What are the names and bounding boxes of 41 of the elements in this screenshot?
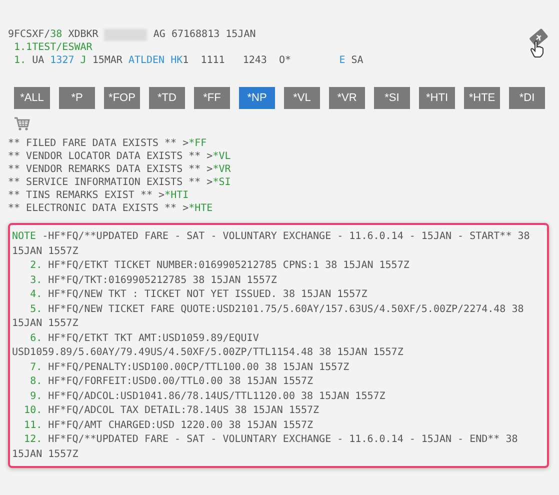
note-line: 11. HF*FQ/AMT CHARGED:USD 1220.00 38 15JAN 1557Z [23, 418, 314, 432]
note-line: 9. HF*FQ/ADCOL:USD1041.86/78.14US/TTL1120.00 38 15JAN 1557Z [29, 390, 386, 404]
terminal-line: 1. UA 1327 J 15MAR ATLDEN HK1 1111 1243 O* E SA [13, 54, 364, 67]
note-line: 3. HF*FQ/TKT:0169905212785 38 15JAN 1557Z [29, 274, 278, 288]
command-button[interactable]: *HTE [464, 87, 500, 109]
note-line: 12. HF*FQ/**UPDATED FARE - SAT - VOLUNTARY EXCHANGE - 11.6.0.14 - 15JAN - END** 38 15JAN 1557Z [12, 433, 519, 462]
command-button[interactable]: *TD [149, 87, 185, 109]
command-button[interactable]: *FF [194, 87, 230, 109]
note-line: NOTE -HF*FQ/**UPDATED FARE - SAT - VOLUNTARY EXCHANGE - 11.6.0.14 - 15JAN - START** 38 15JAN 1557Z [12, 230, 531, 258]
info-text: ** VENDOR LOCATOR DATA EXISTS ** > [8, 151, 213, 162]
note-line: 7. HF*FQ/PENALTY:USD100.00CP/TTL100.00 38 15JAN 1557Z [29, 360, 350, 374]
command-button[interactable]: *VR [329, 87, 365, 109]
command-button[interactable]: *ALL [14, 87, 50, 109]
info-text: ** ELECTRONIC DATA EXISTS ** > [8, 203, 189, 214]
terminal-line: 9FCSXF/38 XDBKR AG 67168813 15JAN [8, 28, 257, 41]
command-link[interactable]: *VL [212, 151, 231, 162]
command-button[interactable]: *FOP [104, 87, 140, 109]
info-text: ** SERVICE INFORMATION EXISTS ** > [8, 177, 213, 188]
cart-icon[interactable] [14, 117, 30, 131]
info-text: ** VENDOR REMARKS DATA EXISTS ** > [8, 164, 213, 175]
command-link[interactable]: *HTI [164, 190, 189, 201]
note-line: 5. HF*FQ/NEW TICKET FARE QUOTE:USD2101.75/5.60AY/157.63US/4.50XF/5.00ZP/2274.48 38 15JAN 1557Z [12, 302, 525, 331]
command-link[interactable]: *HTE [188, 203, 213, 214]
note-line: 6. HF*FQ/ETKT TKT AMT:USD1059.89/EQUIV USD1059.89/5.60AY/79.49US/4.50XF/5.00ZP/TTL1154.48 38 15JAN 1557Z [12, 332, 404, 360]
command-link[interactable]: *VR [212, 164, 231, 175]
terminal-line: 1.1TEST/ESWAR [13, 41, 94, 54]
command-button[interactable]: *P [59, 87, 95, 109]
note-line: 4. HF*FQ/NEW TKT : TICKET NOT YET ISSUED. 38 15JAN 1557Z [29, 288, 368, 302]
command-link[interactable]: *FF [188, 138, 207, 149]
note-line: 10. HF*FQ/ADCOL TAX DETAIL:78.14US 38 15JAN 1557Z [23, 404, 320, 418]
command-button[interactable]: *VL [284, 87, 320, 109]
command-button[interactable]: *NP [239, 87, 275, 109]
note-line: 8. HF*FQ/FORFEIT:USD0.00/TTL0.00 38 15JAN 1557Z [29, 375, 314, 389]
note-line: 2. HF*FQ/ETKT TICKET NUMBER:0169905212785 CPNS:1 38 15JAN 1557Z [29, 259, 410, 273]
command-button[interactable]: *HTI [419, 87, 455, 109]
command-button[interactable]: *DI [509, 87, 545, 109]
ticket-hand-icon[interactable] [527, 28, 549, 58]
command-link[interactable]: *SI [212, 177, 231, 188]
info-text: ** TINS REMARKS EXIST ** > [8, 190, 165, 201]
info-text: ** FILED FARE DATA EXISTS ** > [8, 138, 189, 149]
command-button[interactable]: *SI [374, 87, 410, 109]
